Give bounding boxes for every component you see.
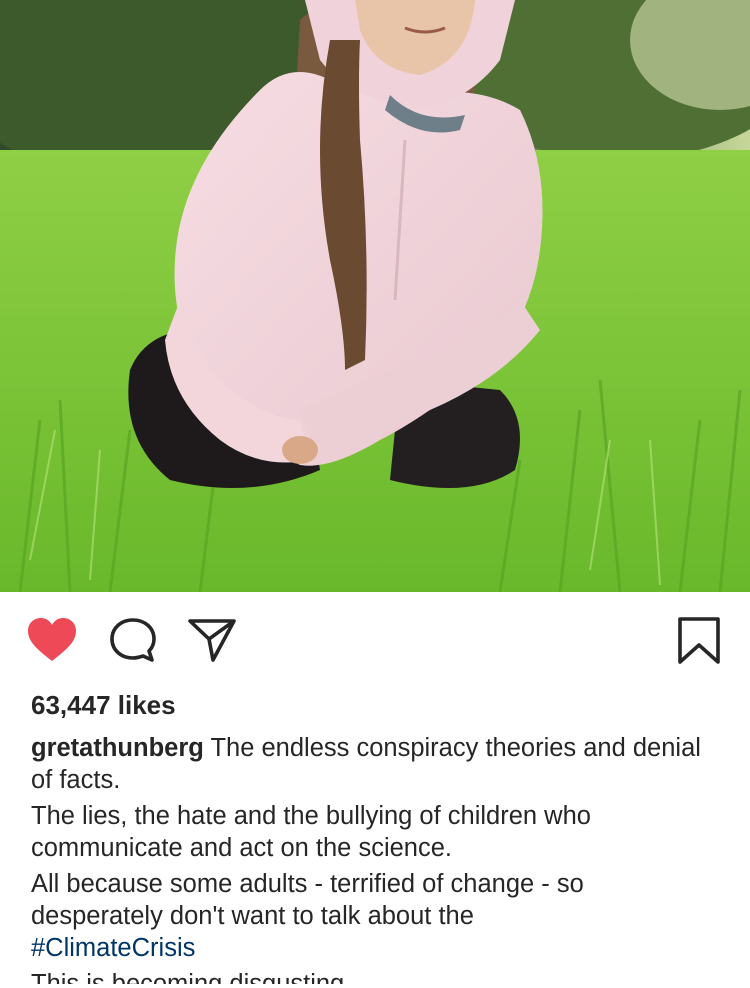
speech-bubble-icon: [110, 618, 156, 662]
username-link[interactable]: gretathunberg: [31, 734, 204, 762]
photo-illustration: [0, 0, 750, 592]
caption-text-3: All because some adults - terrified of c…: [31, 870, 584, 930]
post-caption: gretathunberg The endless conspiracy the…: [31, 732, 721, 988]
paper-plane-icon: [188, 619, 236, 662]
caption-line-3: All because some adults - terrified of c…: [31, 868, 721, 964]
like-button[interactable]: [26, 616, 78, 664]
post-action-bar: [0, 592, 750, 688]
hashtag-link[interactable]: #ClimateCrisis: [31, 934, 195, 962]
likes-count[interactable]: 63,447 likes: [31, 688, 176, 722]
heart-filled-icon: [28, 618, 76, 661]
comment-button[interactable]: [108, 616, 158, 664]
caption-line-2: The lies, the hate and the bullying of c…: [31, 802, 591, 862]
save-button[interactable]: [676, 616, 722, 666]
bookmark-icon: [678, 617, 720, 664]
caption-cutoff-line: This is becoming disgusting.: [31, 970, 352, 984]
share-button[interactable]: [186, 616, 238, 664]
caption-line-1: gretathunberg The endless conspiracy the…: [31, 732, 721, 796]
post-photo[interactable]: [0, 0, 750, 592]
